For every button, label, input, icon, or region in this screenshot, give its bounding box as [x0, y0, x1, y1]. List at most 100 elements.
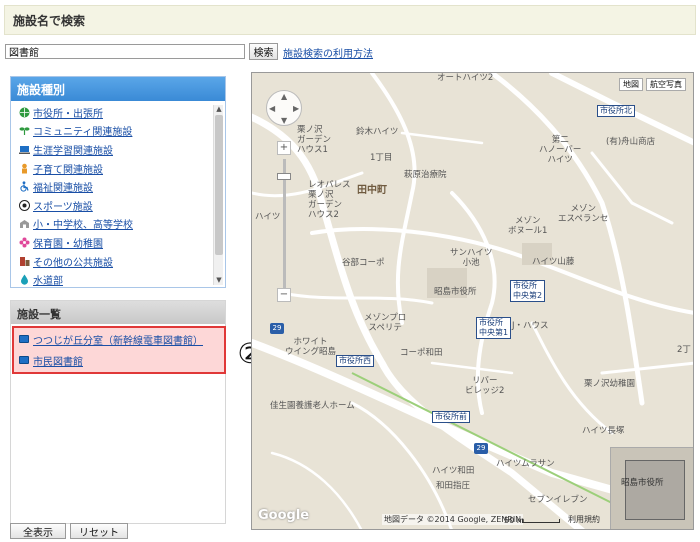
scroll-thumb[interactable]: [215, 115, 223, 255]
map-label: オートハイツ2: [437, 73, 494, 83]
computer-icon: [19, 144, 30, 155]
category-item-lifelong-learning[interactable]: 生涯学習関連施設: [11, 140, 211, 159]
search-input[interactable]: [5, 44, 245, 59]
category-item-waterworks[interactable]: 水道部: [11, 270, 211, 287]
show-all-button[interactable]: 全表示: [10, 523, 66, 539]
bus-stop-label: 市役所西: [339, 356, 371, 365]
flower-icon: [19, 237, 30, 248]
category-label: スポーツ施設: [33, 201, 93, 213]
category-scrollbar[interactable]: ▲ ▼: [213, 105, 223, 285]
satellite-type-button[interactable]: 航空写真: [646, 78, 686, 91]
building-icon: [19, 256, 30, 267]
map-label: (有)舟山商店: [606, 137, 656, 147]
category-label: 福祉関連施設: [33, 183, 93, 195]
facility-list-panel: 施設一覧 つつじが丘分室（新幹線電車図書館） 市民図書館: [10, 300, 226, 524]
facility-list-title: 施設一覧: [11, 301, 225, 324]
category-label: 小・中学校、高等学校: [33, 220, 133, 232]
category-item-community[interactable]: コミュニティ関連施設: [11, 122, 211, 141]
map-label: 1丁目: [370, 153, 393, 163]
category-item-other-public[interactable]: その他の公共施設: [11, 252, 211, 271]
category-item-schools[interactable]: 小・中学校、高等学校: [11, 215, 211, 234]
search-help-link[interactable]: 施設検索の利用方法: [283, 45, 373, 60]
bus-stop-marker[interactable]: 市役所前: [432, 411, 470, 423]
category-label: 子育て関連施設: [33, 164, 103, 176]
facility-results-highlight: つつじが丘分室（新幹線電車図書館） 市民図書館: [12, 326, 226, 374]
category-label: 市役所・出張所: [33, 108, 103, 120]
map-label: 2丁: [677, 345, 691, 355]
pan-right-icon[interactable]: ▶: [293, 104, 299, 113]
bus-stop-marker[interactable]: 市役所西: [336, 355, 374, 367]
pan-down-icon[interactable]: ▼: [281, 116, 287, 125]
facility-label: 市民図書館: [33, 356, 83, 368]
map-label: 昭島市役所: [434, 287, 477, 297]
map-label: 鈴木ハイツ: [356, 127, 399, 137]
map-label: 和田指圧: [436, 481, 471, 491]
pan-up-icon[interactable]: ▲: [281, 92, 287, 101]
map-label: ハイツ山藤: [532, 257, 575, 267]
zoom-in-button[interactable]: +: [277, 141, 291, 155]
map-type-button[interactable]: 地図: [619, 78, 643, 91]
zoom-slider-handle[interactable]: [277, 173, 291, 180]
map-label: 佳生園養護老人ホーム: [270, 401, 355, 411]
map-label: 第二 ハノーバー ハイツ: [539, 135, 582, 165]
bus-stop-label: 市役所前: [435, 412, 467, 421]
category-item-nursery[interactable]: 保育園・幼稚園: [11, 233, 211, 252]
pan-left-icon[interactable]: ◀: [269, 104, 275, 113]
map-label: ハイツムラサン: [496, 459, 555, 469]
computer-icon: [19, 356, 29, 364]
map-label: メゾン エスペランセ: [558, 204, 609, 224]
route-number-badge: 29: [474, 443, 488, 454]
map-label: メゾン ボヌール1: [508, 216, 548, 236]
map-scale-bar: [522, 519, 560, 523]
map-label: レオパレス 栗ノ沢 ガーデン ハウス2: [308, 180, 351, 220]
map-label: 谷部コーポ: [342, 258, 385, 268]
route-number-badge: 29: [270, 323, 284, 334]
category-list: 市役所・出張所 コミュニティ関連施設 生涯学習関連施設 子育て関連施設 福祉関連…: [11, 103, 211, 287]
facility-category-panel: 施設種別 市役所・出張所 コミュニティ関連施設 生涯学習関連施設 子育て関連施設…: [10, 76, 226, 288]
child-icon: [19, 163, 30, 174]
map-label: リバー ビレッジ2: [465, 376, 505, 396]
search-button[interactable]: 検索: [249, 43, 278, 60]
map-label: メゾンプロ スペリテ: [364, 313, 407, 333]
overview-label: 昭島市役所: [621, 478, 664, 488]
map-overview-inset[interactable]: 昭島市役所: [610, 447, 693, 529]
bus-stop-label: 市役所 中央第1: [479, 318, 509, 337]
category-item-sports[interactable]: スポーツ施設: [11, 196, 211, 215]
map-label: サンハイツ 小池: [450, 248, 493, 268]
map-view[interactable]: 地図 航空写真 ▲ ◀ ▶ ▼ + − 田中町 オートハイツ2 栗ノ沢 ガーデン…: [251, 72, 694, 530]
category-label: 生涯学習関連施設: [33, 145, 113, 157]
bus-stop-marker[interactable]: 市役所 中央第1: [476, 317, 512, 339]
map-copyright: 地図データ ©2014 Google, ZENRIN: [382, 514, 524, 525]
bus-stop-marker[interactable]: 市役所 中央第2: [510, 280, 546, 302]
map-label: 栗ノ沢幼稚園: [584, 379, 636, 389]
map-label: コーポ和田: [400, 348, 443, 358]
terms-link[interactable]: 利用規約: [568, 514, 600, 525]
category-item-city-office[interactable]: 市役所・出張所: [11, 103, 211, 122]
wheelchair-icon: [19, 181, 30, 192]
sprout-icon: [19, 125, 30, 136]
category-item-welfare[interactable]: 福祉関連施設: [11, 177, 211, 196]
map-label: ホワイト ウイング昭島: [285, 337, 337, 357]
scroll-down-icon[interactable]: ▼: [214, 276, 224, 285]
page-title: 施設名で検索: [13, 14, 86, 28]
scroll-up-icon[interactable]: ▲: [214, 105, 224, 114]
soccer-ball-icon: [19, 199, 30, 211]
overview-viewport[interactable]: [625, 460, 685, 520]
map-label: 萩原治療院: [404, 170, 447, 180]
category-item-childcare[interactable]: 子育て関連施設: [11, 159, 211, 178]
category-label: その他の公共施設: [33, 257, 113, 269]
facility-label: つつじが丘分室（新幹線電車図書館）: [33, 335, 203, 347]
map-label: J・ハウス: [512, 321, 549, 331]
category-label: コミュニティ関連施設: [33, 127, 133, 139]
facility-item-city-library[interactable]: 市民図書館: [14, 350, 224, 370]
globe-icon: [19, 107, 30, 118]
pan-control[interactable]: ▲ ◀ ▶ ▼: [266, 90, 302, 126]
category-label: 保育園・幼稚園: [33, 238, 103, 250]
reset-button[interactable]: リセット: [70, 523, 128, 539]
map-town-label: 田中町: [357, 185, 387, 196]
facility-item-tsutsujigaoka[interactable]: つつじが丘分室（新幹線電車図書館）: [14, 329, 224, 349]
map-label: ハイツ長塚: [582, 426, 625, 436]
bus-stop-marker[interactable]: 市役所北: [597, 105, 635, 117]
zoom-out-button[interactable]: −: [277, 288, 291, 302]
category-label: 水道部: [33, 276, 63, 287]
